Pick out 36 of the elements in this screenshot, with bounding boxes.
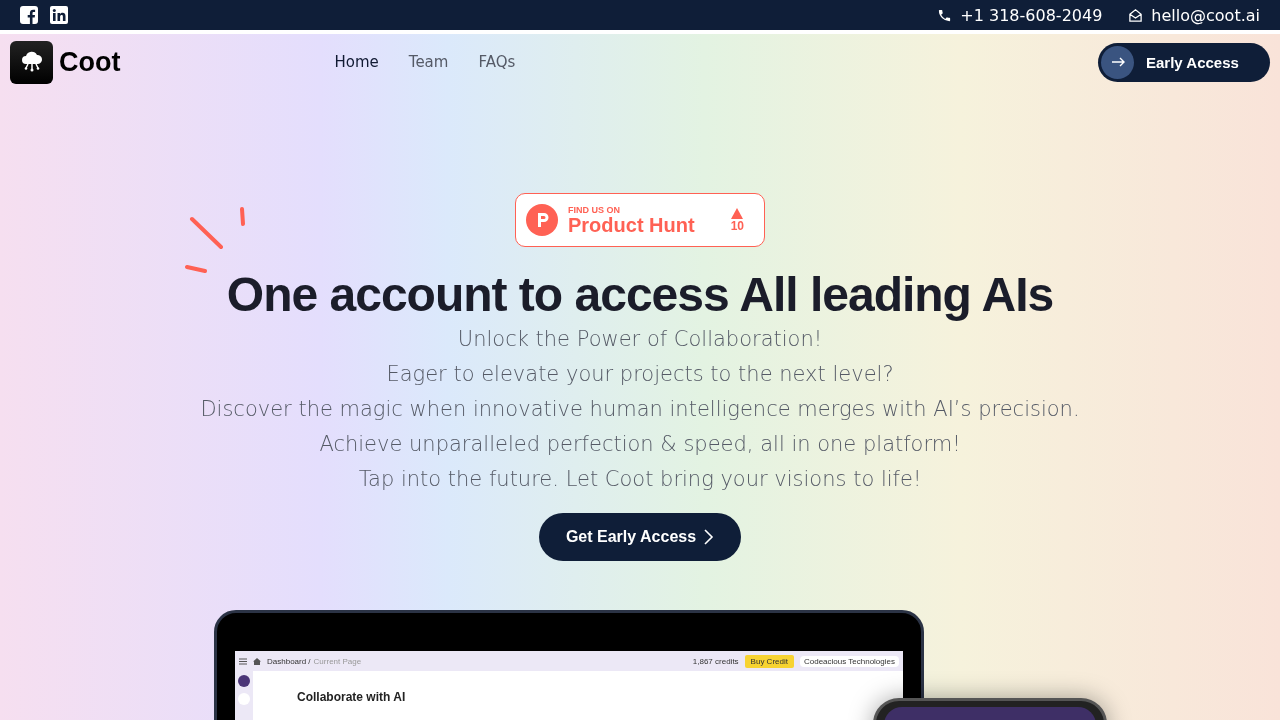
- chevron-right-icon: [702, 529, 715, 545]
- logo-icon[interactable]: [10, 40, 53, 84]
- email-address[interactable]: hello@coot.ai: [1151, 5, 1260, 25]
- rail-icon[interactable]: [238, 675, 250, 687]
- product-hunt-logo-icon: [526, 204, 558, 236]
- arrow-right-icon: [1110, 55, 1125, 69]
- breadcrumb-link[interactable]: Dashboard /: [267, 656, 311, 666]
- credits-count: 1,867 credits: [692, 656, 739, 666]
- phone-icon: [937, 7, 953, 23]
- envelope-icon: [1128, 7, 1144, 23]
- nav-link[interactable]: Team: [408, 53, 449, 71]
- hero-subtitle: Eager to elevate your projects to the next level?: [386, 361, 894, 388]
- badge-title: Product Hunt: [568, 215, 696, 235]
- home-icon[interactable]: [253, 657, 261, 665]
- nav-link[interactable]: FAQs: [478, 53, 516, 71]
- hero-subtitle: Tap into the future. Let Coot bring your visions to life!: [358, 466, 922, 493]
- early-access-button[interactable]: Early Access: [1098, 42, 1270, 82]
- hero-subtitle: Achieve unparalleled perfection & speed, all in one platform!: [319, 431, 961, 458]
- hero-title: One account to access All leading AIs: [226, 267, 1054, 322]
- sparkle-lines-icon: [184, 204, 246, 274]
- vote-count: 10: [730, 218, 744, 233]
- linkedin-icon[interactable]: [50, 6, 68, 24]
- upvote-triangle-icon: [731, 207, 744, 219]
- workspace-selector[interactable]: Codeacious Technologies: [799, 655, 899, 667]
- get-early-access-button[interactable]: Get Early Access: [539, 513, 741, 561]
- menu-icon[interactable]: [239, 657, 247, 665]
- app-heading: Collaborate with AI: [296, 689, 406, 706]
- nav-link[interactable]: Home: [334, 53, 379, 71]
- phone-number[interactable]: +1 318-608-2049: [960, 5, 1103, 25]
- facebook-icon[interactable]: [20, 6, 38, 24]
- breadcrumb-current: Current Page: [313, 656, 362, 666]
- brand-name[interactable]: Coot: [59, 46, 121, 78]
- hero-subtitle: Unlock the Power of Collaboration!: [457, 326, 823, 353]
- hero-subtitle: Discover the magic when innovative human intelligence merges with AI’s precision.: [200, 396, 1080, 423]
- badge-eyebrow: FIND US ON: [568, 205, 621, 215]
- buy-credit-button[interactable]: Buy Credit: [744, 654, 794, 668]
